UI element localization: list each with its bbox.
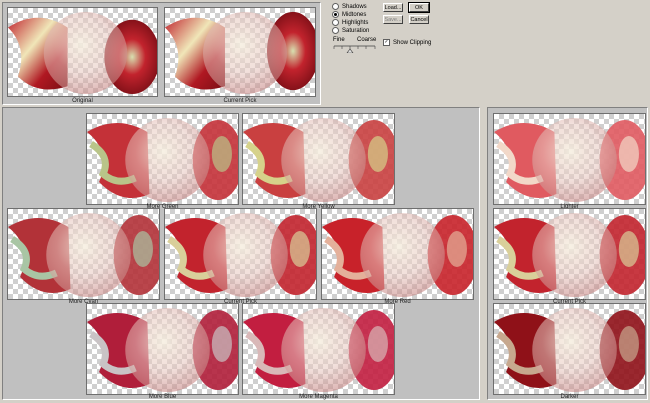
thumb-more-red[interactable]: More Red (321, 208, 474, 308)
thumb-more-green[interactable]: More Green (86, 113, 239, 213)
thumb-more-magenta-image[interactable] (242, 303, 395, 395)
radio-midtones-label: Midtones (342, 11, 367, 18)
thumb-darker[interactable]: Darker (493, 303, 646, 403)
radio-saturation[interactable]: Saturation (332, 27, 369, 34)
radio-highlights-label: Highlights (342, 19, 369, 26)
thumb-original-image (7, 7, 158, 97)
thumb-lighter[interactable]: Lighter (493, 113, 646, 213)
radio-shadows-indicator[interactable] (332, 3, 339, 10)
thumb-darker-image[interactable] (493, 303, 646, 395)
radio-midtones[interactable]: Midtones (332, 11, 366, 18)
fine-coarse-slider[interactable] (333, 43, 377, 53)
show-clipping-label: Show Clipping (393, 39, 432, 46)
thumb-more-red-image[interactable] (321, 208, 474, 300)
original-label: Original (72, 98, 93, 104)
thumb-more-cyan[interactable]: More Cyan (7, 208, 160, 308)
thumb-more-magenta[interactable]: More Magenta (242, 303, 395, 403)
radio-highlights[interactable]: Highlights (332, 19, 368, 26)
thumb-current-pick-center[interactable]: Current Pick (164, 208, 317, 308)
thumb-current-pick-right[interactable]: Current Pick (493, 208, 646, 308)
current-pick-label-top: Current Pick (223, 98, 257, 104)
thumb-more-yellow-image[interactable] (242, 113, 395, 205)
darker-label: Darker (560, 394, 579, 400)
thumb-current-pick-top-image (164, 7, 316, 97)
show-clipping-check-icon[interactable]: ✓ (383, 39, 390, 46)
show-clipping-checkbox[interactable]: ✓ Show Clipping (383, 39, 431, 46)
thumb-more-blue-image[interactable] (86, 303, 239, 395)
radio-shadows[interactable]: Shadows (332, 3, 367, 10)
thumb-current-pick-center-image[interactable] (164, 208, 317, 300)
thumb-lighter-image[interactable] (493, 113, 646, 205)
thumb-more-green-image[interactable] (86, 113, 239, 205)
thumb-more-cyan-image[interactable] (7, 208, 160, 300)
thumb-original: Original (7, 7, 158, 105)
thumb-more-blue[interactable]: More Blue (86, 303, 239, 403)
more-magenta-label: More Magenta (299, 394, 338, 400)
thumb-current-pick-right-image[interactable] (493, 208, 646, 300)
ok-button[interactable]: OK (408, 2, 430, 13)
thumb-current-pick-top: Current Pick (164, 7, 316, 105)
radio-saturation-indicator[interactable] (332, 27, 339, 34)
more-blue-label: More Blue (148, 394, 177, 400)
radio-highlights-indicator[interactable] (332, 19, 339, 26)
load-button[interactable]: Load... (383, 3, 403, 12)
preview-panel: Original Current Pick (2, 2, 321, 105)
radio-shadows-label: Shadows (342, 3, 367, 10)
save-button[interactable]: Save... (383, 15, 403, 24)
radio-saturation-label: Saturation (342, 27, 370, 34)
cancel-button[interactable]: Cancel (409, 15, 429, 24)
thumb-more-yellow[interactable]: More Yellow (242, 113, 395, 213)
radio-midtones-indicator[interactable] (332, 11, 339, 18)
